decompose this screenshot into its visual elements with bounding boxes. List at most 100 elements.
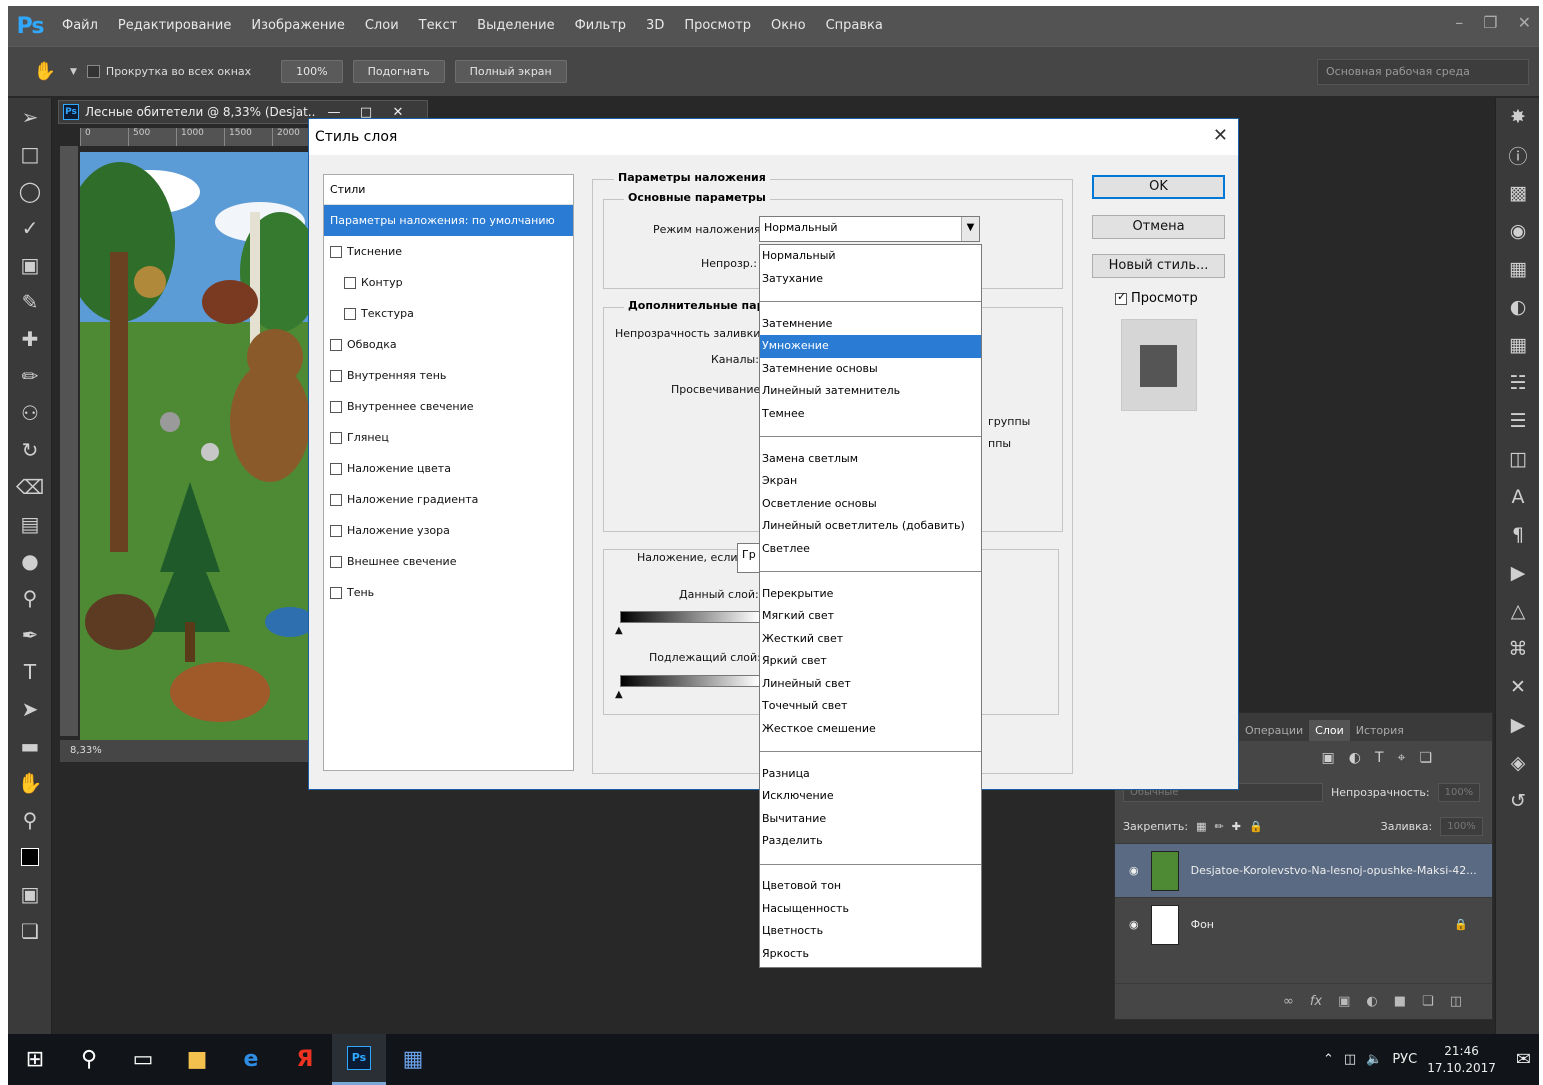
style-color-overlay[interactable]: Наложение цвета (324, 453, 573, 484)
zoom-level[interactable]: 8,33% (70, 745, 102, 756)
layer-row[interactable]: ◉ Desjatoe-Korolevstvo-Na-lesnoj-opushke… (1115, 843, 1492, 897)
menu-help[interactable]: Справка (816, 6, 893, 46)
menu-layers[interactable]: Слои (355, 6, 409, 46)
preview-checkbox[interactable]: ✓ Просмотр (1115, 290, 1198, 306)
path-select-tool-icon[interactable]: ➤ (8, 690, 52, 727)
lock-paint-icon[interactable]: ✏ (1215, 820, 1224, 833)
blend-mode-option[interactable]: Темнее (760, 403, 981, 426)
tab-layers[interactable]: Слои (1309, 720, 1350, 741)
blend-mode-option[interactable]: Осветление основы (760, 493, 981, 516)
edge-browser-icon[interactable]: e (224, 1034, 278, 1085)
style-inner-glow[interactable]: Внутреннее свечение (324, 391, 573, 422)
filter-shape-icon[interactable]: ⌖ (1398, 750, 1406, 766)
volume-icon[interactable]: 🔈 (1366, 1052, 1382, 1067)
blend-mode-option[interactable]: Перекрытие (760, 583, 981, 606)
blur-tool-icon[interactable]: ● (8, 542, 52, 579)
blend-mode-dropdown-list[interactable]: Нормальный Затухание Затемнение Умножение За… (759, 244, 982, 968)
blend-mode-option[interactable]: Линейный осветлитель (добавить) (760, 515, 981, 538)
move-tool-icon[interactable]: ➢ (8, 98, 52, 135)
menu-3d[interactable]: 3D (636, 6, 674, 46)
visibility-eye-icon[interactable]: ◉ (1129, 918, 1139, 931)
style-blending-options[interactable]: Параметры наложения: по умолчанию (324, 205, 573, 236)
actions-icon[interactable]: ▶ (1496, 554, 1539, 592)
fill-field[interactable]: 100% (1440, 816, 1483, 836)
style-gradient-overlay[interactable]: Наложение градиента (324, 484, 573, 515)
menu-filter[interactable]: Фильтр (565, 6, 636, 46)
blend-mode-option[interactable]: Затемнение основы (760, 358, 981, 381)
marquee-tool-icon[interactable]: □ (8, 135, 52, 172)
stamp-tool-icon[interactable]: ⚇ (8, 394, 52, 431)
blend-mode-option[interactable]: Экран (760, 470, 981, 493)
filter-smart-icon[interactable]: ❏ (1419, 750, 1432, 766)
new-style-button[interactable]: Новый стиль... (1092, 254, 1225, 278)
style-inner-shadow[interactable]: Внутренняя тень (324, 360, 573, 391)
zoom-tool-icon[interactable]: ⚲ (8, 801, 52, 838)
network-icon[interactable]: ◫ (1344, 1052, 1356, 1067)
file-explorer-icon[interactable]: ■ (170, 1034, 224, 1085)
lock-position-icon[interactable]: ✚ (1232, 820, 1241, 833)
checkbox[interactable] (330, 524, 342, 537)
link-layers-icon[interactable]: ∞ (1283, 994, 1294, 1009)
adjustments-icon[interactable]: ◐ (1496, 288, 1539, 326)
eyedropper-tool-icon[interactable]: ✎ (8, 283, 52, 320)
play-icon[interactable]: ▶ (1496, 706, 1539, 744)
tab-actions[interactable]: Операции (1239, 720, 1309, 741)
rectangle-tool-icon[interactable]: ▬ (8, 727, 52, 764)
menu-edit[interactable]: Редактирование (108, 6, 241, 46)
type-tool-icon[interactable]: T (8, 653, 52, 690)
blend-mode-select[interactable]: Нормальный ▼ (759, 216, 980, 242)
checkbox[interactable] (330, 493, 342, 506)
blend-mode-option[interactable]: Нормальный (760, 245, 981, 268)
style-pattern-overlay[interactable]: Наложение узора (324, 515, 573, 546)
screen-mode-icon[interactable]: ❏ (8, 912, 52, 949)
style-texture[interactable]: Текстура (324, 298, 573, 329)
checkbox[interactable] (330, 245, 342, 258)
color-swatches-icon[interactable] (8, 838, 52, 875)
blend-mode-option[interactable]: Разделить (760, 830, 981, 853)
slider-handle-icon[interactable]: ▲ (615, 689, 623, 700)
style-stroke[interactable]: Обводка (324, 329, 573, 360)
menu-select[interactable]: Выделение (467, 6, 564, 46)
blend-mode-option[interactable]: Точечный свет (760, 695, 981, 718)
checkbox[interactable] (330, 338, 342, 351)
this-layer-gradient-slider[interactable] (620, 611, 760, 623)
style-outer-glow[interactable]: Внешнее свечение (324, 546, 573, 577)
fit-screen-button[interactable]: Подогнать (352, 60, 445, 83)
histogram-icon[interactable]: ▩ (1496, 174, 1539, 212)
close-icon[interactable]: ✕ (1518, 13, 1531, 32)
document-canvas-illustration[interactable] (80, 152, 315, 740)
paragraph-icon[interactable]: ¶ (1496, 516, 1539, 554)
yandex-browser-icon[interactable]: Я (278, 1034, 332, 1085)
checkbox-box[interactable] (86, 65, 100, 78)
menu-type[interactable]: Текст (409, 6, 468, 46)
checkbox[interactable] (330, 431, 342, 444)
menu-view[interactable]: Просмотр (674, 6, 761, 46)
blend-mode-option[interactable]: Затухание (760, 268, 981, 291)
dodge-tool-icon[interactable]: ⚲ (8, 579, 52, 616)
filter-adjustment-icon[interactable]: ◐ (1349, 750, 1361, 766)
lock-pixels-icon[interactable]: ▦ (1196, 820, 1206, 833)
clock[interactable]: 21:46 17.10.2017 (1427, 1043, 1496, 1077)
swatches-icon[interactable]: ▦ (1496, 250, 1539, 288)
quick-select-tool-icon[interactable]: ✓ (8, 209, 52, 246)
blend-mode-option[interactable]: Линейный свет (760, 673, 981, 696)
cancel-button[interactable]: Отмена (1092, 215, 1225, 239)
hand-tool-icon[interactable]: ✋ (30, 57, 60, 87)
color-icon[interactable]: ◉ (1496, 212, 1539, 250)
adjustment-layer-icon[interactable]: ◐ (1366, 994, 1377, 1009)
language-indicator[interactable]: РУС (1392, 1052, 1417, 1067)
menu-window[interactable]: Окно (761, 6, 816, 46)
layer-name[interactable]: Desjatoe-Korolevstvo-Na-lesnoj-opushke-M… (1191, 864, 1477, 877)
menu-file[interactable]: Файл (52, 6, 108, 46)
info-icon[interactable]: ⓘ (1496, 136, 1539, 174)
chevron-up-icon[interactable]: ⌃ (1323, 1052, 1334, 1067)
notifications-icon[interactable]: ✉ (1516, 1049, 1531, 1070)
scroll-all-windows-checkbox[interactable]: Прокрутка во всех окнах (86, 65, 251, 78)
filter-image-icon[interactable]: ▣ (1322, 750, 1335, 766)
checkbox[interactable] (344, 307, 356, 320)
chevron-down-icon[interactable]: ▼ (961, 217, 979, 241)
tool-presets-icon[interactable]: ☵ (1496, 364, 1539, 402)
ok-button[interactable]: OK (1092, 175, 1225, 199)
minimize-icon[interactable]: – (1455, 13, 1463, 32)
lasso-tool-icon[interactable]: ◯ (8, 172, 52, 209)
